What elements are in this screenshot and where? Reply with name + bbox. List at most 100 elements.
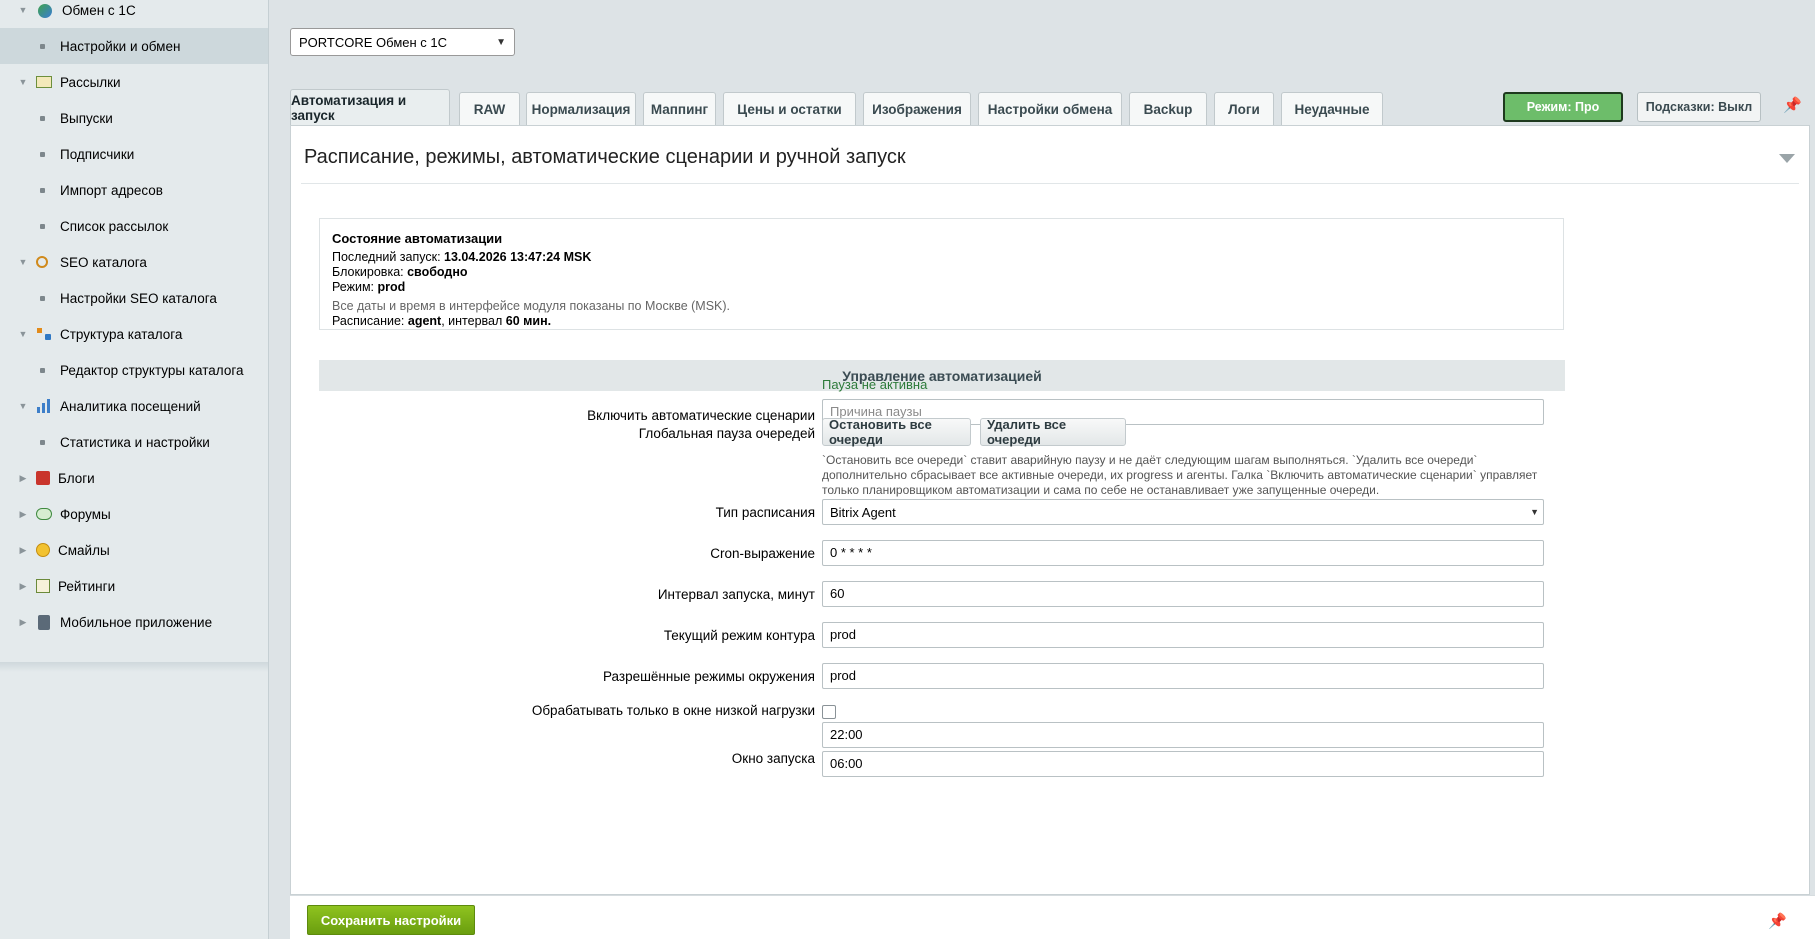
interval-value: 60: [830, 586, 845, 601]
expand-arrow-closed-icon[interactable]: ▶: [18, 545, 28, 556]
sidebar-item-label: SEO каталога: [60, 254, 147, 270]
run-window-end-input[interactable]: 06:00: [822, 751, 1544, 777]
tab-label: RAW: [473, 101, 506, 117]
forum-icon: [36, 508, 52, 520]
sidebar-divider: [0, 662, 268, 672]
expand-arrow-closed-icon[interactable]: ▶: [18, 617, 28, 628]
tab-backup[interactable]: Backup: [1129, 92, 1207, 125]
delete-all-queues-button[interactable]: Удалить все очереди: [980, 417, 1126, 447]
lock-value: свободно: [407, 265, 468, 279]
collapse-icon[interactable]: [1779, 154, 1795, 163]
sidebar-item-label: Обмен с 1С: [62, 2, 136, 18]
sidebar-item[interactable]: ▼ Рассылки: [0, 64, 268, 100]
bullet-icon: [40, 151, 45, 157]
tab-prices-stock[interactable]: Цены и остатки: [723, 92, 856, 125]
expand-arrow-open-icon[interactable]: ▼: [18, 5, 28, 15]
expand-arrow-open-icon[interactable]: ▼: [18, 257, 28, 267]
tab-automation[interactable]: Автоматизация и запуск: [290, 89, 450, 126]
sidebar-item[interactable]: ▼ SEO каталога: [0, 244, 268, 280]
tab-exchange-settings[interactable]: Настройки обмена: [978, 92, 1122, 125]
tab-images[interactable]: Изображения: [863, 92, 971, 125]
blog-icon: [36, 471, 50, 485]
cron-input[interactable]: 0 * * * *: [822, 540, 1544, 566]
sidebar-item-label: Рассылки: [60, 74, 121, 90]
bullet-icon: [40, 223, 45, 229]
expand-arrow-open-icon[interactable]: ▼: [18, 329, 28, 339]
sidebar-item[interactable]: ▶ Мобильное приложение: [0, 604, 268, 640]
tab-label: Настройки обмена: [987, 101, 1113, 117]
sidebar-item[interactable]: Настройки и обмен: [0, 28, 268, 64]
interval-label: Интервал запуска, минут: [657, 587, 815, 602]
expand-arrow-closed-icon[interactable]: ▶: [18, 509, 28, 520]
exchange-1c-icon: [38, 3, 52, 18]
allowed-modes-input[interactable]: prod: [822, 663, 1544, 689]
tab-failed[interactable]: Неудачные: [1281, 92, 1383, 125]
auto-enable-label: Включить автоматические сценарии: [587, 408, 815, 423]
low-load-checkbox[interactable]: [822, 705, 836, 719]
schedule-type: agent: [407, 314, 442, 328]
sidebar-item-label: Мобильное приложение: [60, 614, 213, 630]
allowed-modes-label: Разрешённые режимы окружения: [602, 669, 815, 684]
sidebar-item[interactable]: ▶ Форумы: [0, 496, 268, 532]
save-settings-button[interactable]: Сохранить настройки: [307, 905, 475, 935]
tab-label: Backup: [1143, 101, 1193, 117]
tab-normalization[interactable]: Нормализация: [526, 92, 636, 125]
last-run-value: 13.04.2026 13:47:24 MSK: [444, 250, 592, 264]
sidebar-item[interactable]: Редактор структуры каталога: [0, 352, 268, 388]
tab-raw[interactable]: RAW: [459, 92, 520, 125]
pin-icon[interactable]: 📌: [1768, 912, 1787, 930]
schedule-type-select[interactable]: Bitrix Agent ▼: [822, 499, 1544, 525]
sidebar-item[interactable]: ▼ Обмен с 1С: [0, 0, 268, 28]
contour-mode-input[interactable]: prod: [822, 622, 1544, 648]
main-area: PORTCORE Обмен с 1С ▼ Автоматизация и за…: [270, 0, 1815, 939]
tab-label: Неудачные: [1294, 101, 1370, 117]
sidebar-item[interactable]: Список рассылок: [0, 208, 268, 244]
smile-icon: [36, 543, 50, 557]
settings-panel: Расписание, режимы, автоматические сцена…: [290, 125, 1810, 895]
bullet-icon: [40, 439, 45, 445]
bullet-icon: [40, 295, 45, 301]
expand-arrow-closed-icon[interactable]: ▶: [18, 581, 28, 592]
interval-input[interactable]: 60: [822, 581, 1544, 607]
run-window-start-value: 22:00: [830, 727, 863, 742]
rating-icon: [36, 579, 50, 593]
run-window-start-input[interactable]: 22:00: [822, 722, 1544, 748]
expand-arrow-closed-icon[interactable]: ▶: [18, 473, 28, 484]
schedule-interval: 60 мин.: [505, 314, 552, 328]
site-select-value: PORTCORE Обмен с 1С: [299, 34, 448, 50]
expand-arrow-open-icon[interactable]: ▼: [18, 401, 28, 411]
stop-all-queues-button[interactable]: Остановить все очереди: [822, 417, 971, 447]
last-run-line: Последний запуск: 13.04.2026 13:47:24 MS…: [332, 250, 1551, 265]
seo-icon: [36, 256, 48, 268]
tab-mapping[interactable]: Маппинг: [643, 92, 716, 125]
tab-logs[interactable]: Логи: [1214, 92, 1274, 125]
sidebar-item-label: Рейтинги: [58, 578, 116, 594]
sidebar-item[interactable]: Статистика и настройки: [0, 424, 268, 460]
sidebar-item[interactable]: Выпуски: [0, 100, 268, 136]
chevron-down-icon: ▼: [1530, 507, 1539, 517]
site-select[interactable]: PORTCORE Обмен с 1С ▼: [290, 28, 515, 56]
sidebar-item[interactable]: ▶ Смайлы: [0, 532, 268, 568]
sidebar-item[interactable]: Настройки SEO каталога: [0, 280, 268, 316]
sidebar-item[interactable]: Подписчики: [0, 136, 268, 172]
run-window-end-value: 06:00: [830, 756, 863, 771]
tab-label: Логи: [1228, 101, 1260, 117]
sidebar-item[interactable]: ▶ Рейтинги: [0, 568, 268, 604]
pause-status: Пауза не активна: [822, 377, 928, 392]
expand-arrow-open-icon[interactable]: ▼: [18, 77, 28, 87]
status-title: Состояние автоматизации: [332, 231, 503, 246]
sidebar-item[interactable]: Импорт адресов: [0, 172, 268, 208]
automation-status-box: Состояние автоматизации Последний запуск…: [319, 218, 1564, 330]
sidebar-item[interactable]: ▶ Блоги: [0, 460, 268, 496]
sidebar-item-label: Смайлы: [58, 542, 110, 558]
pin-icon[interactable]: 📌: [1783, 96, 1802, 114]
analytics-icon: [36, 399, 52, 413]
stop-all-label: Остановить все очереди: [829, 417, 932, 447]
mode-toggle-button[interactable]: Режим: Про: [1503, 92, 1623, 122]
sidebar-item[interactable]: ▼ Аналитика посещений: [0, 388, 268, 424]
bullet-icon: [40, 43, 45, 49]
low-load-label: Обрабатывать только в окне низкой нагруз…: [531, 703, 815, 718]
bottom-bar: Сохранить настройки 📌: [290, 895, 1815, 939]
sidebar-item[interactable]: ▼ Структура каталога: [0, 316, 268, 352]
hints-toggle-button[interactable]: Подсказки: Выкл: [1637, 92, 1761, 122]
